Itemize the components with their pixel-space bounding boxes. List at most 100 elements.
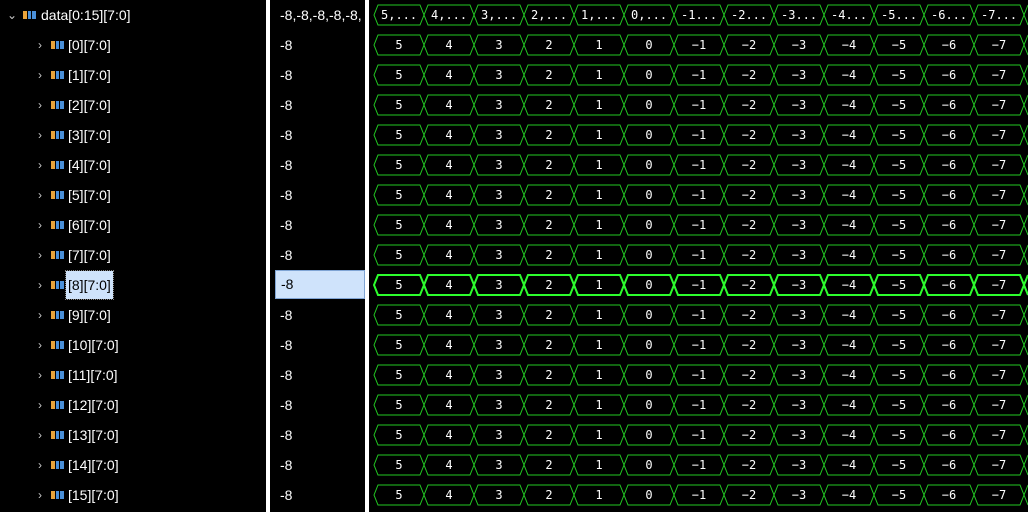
waveform-value-label: −4 — [842, 218, 856, 232]
tree-row[interactable]: › [2][7:0] — [0, 90, 266, 120]
waveform-value-label: −4 — [842, 338, 856, 352]
waveform-value-label: −3 — [792, 338, 806, 352]
chevron-right-icon[interactable]: › — [34, 210, 46, 240]
tree-item-label: [0][7:0] — [68, 37, 111, 53]
waveform-value-label: −2 — [742, 368, 756, 382]
waveform-value-label: 0 — [645, 38, 652, 52]
waveform-value-label: 0 — [645, 68, 652, 82]
waveform-tail — [1023, 154, 1028, 176]
waveform-value-label: 4 — [445, 38, 452, 52]
bus-icon — [51, 131, 64, 139]
tree-item-label: [5][7:0] — [68, 187, 111, 203]
tree-item-label: [10][7:0] — [68, 337, 119, 353]
tree-row[interactable]: › [15][7:0] — [0, 480, 266, 510]
bus-icon — [51, 281, 64, 289]
signal-name-panel: ⌄ data[0:15][7:0] › [0][7:0] › [1][7:0] › [2]… — [0, 0, 266, 512]
tree-item-label: [2][7:0] — [68, 97, 111, 113]
waveform-value-label: −7 — [992, 248, 1006, 262]
waveform-panel[interactable]: 5,... 4,... 3,... 2,... 1,... 0,... -1... -2...… — [369, 0, 1028, 512]
tree-row[interactable]: › [4][7:0] — [0, 150, 266, 180]
chevron-right-icon[interactable]: › — [34, 30, 46, 60]
waveform-value-label: 4 — [445, 398, 452, 412]
chevron-right-icon[interactable]: › — [34, 330, 46, 360]
waveform-value-label: 4,... — [431, 8, 467, 22]
value-cell: -8 — [280, 427, 293, 443]
waveform-value-label: 2 — [545, 248, 552, 262]
waveform-canvas[interactable]: 5,... 4,... 3,... 2,... 1,... 0,... -1... -2...… — [369, 0, 1028, 512]
tree-row[interactable]: › [3][7:0] — [0, 120, 266, 150]
tree-row[interactable]: › [9][7:0] — [0, 300, 266, 330]
tree-row[interactable]: › [10][7:0] — [0, 330, 266, 360]
bus-icon — [51, 431, 64, 439]
tree-row[interactable]: › [0][7:0] — [0, 30, 266, 60]
chevron-right-icon[interactable]: › — [34, 360, 46, 390]
tree-row[interactable]: › [1][7:0] — [0, 60, 266, 90]
chevron-right-icon[interactable]: › — [34, 480, 46, 510]
waveform-value-label: −2 — [742, 398, 756, 412]
waveform-value-label: −4 — [842, 458, 856, 472]
bus-icon — [51, 371, 64, 379]
waveform-value-label: 1 — [595, 218, 602, 232]
chevron-right-icon[interactable]: › — [34, 300, 46, 330]
chevron-right-icon[interactable]: › — [34, 60, 46, 90]
tree-item-label: [3][7:0] — [68, 127, 111, 143]
waveform-value-label: −2 — [742, 98, 756, 112]
value-cell: -8 — [275, 270, 365, 299]
waveform-value-label: 3 — [495, 368, 502, 382]
waveform-value-label: −1 — [692, 308, 706, 322]
chevron-right-icon[interactable]: › — [34, 390, 46, 420]
tree-row[interactable]: › [11][7:0] — [0, 360, 266, 390]
tree-row[interactable]: › [6][7:0] — [0, 210, 266, 240]
waveform-value-label: −2 — [742, 158, 756, 172]
tree-item-label: [8][7:0] — [65, 270, 114, 300]
waveform-value-label: −6 — [942, 398, 956, 412]
waveform-value-label: −7 — [992, 98, 1006, 112]
chevron-right-icon[interactable]: › — [34, 150, 46, 180]
waveform-value-label: 3 — [495, 128, 502, 142]
waveform-value-label: 4 — [445, 368, 452, 382]
tree-row[interactable]: › [13][7:0] — [0, 420, 266, 450]
waveform-value-label: 4 — [445, 278, 452, 292]
tree-row[interactable]: › [7][7:0] — [0, 240, 266, 270]
waveform-value-label: 4 — [445, 98, 452, 112]
waveform-value-label: −5 — [892, 398, 906, 412]
waveform-value-label: 4 — [445, 158, 452, 172]
waveform-value-label: 5 — [395, 368, 402, 382]
tree-row-root[interactable]: ⌄ data[0:15][7:0] — [0, 0, 266, 30]
waveform-tail — [1023, 454, 1028, 476]
tree-row[interactable]: › [5][7:0] — [0, 180, 266, 210]
waveform-value-label: 3 — [495, 158, 502, 172]
chevron-right-icon[interactable]: › — [34, 420, 46, 450]
chevron-right-icon[interactable]: › — [34, 90, 46, 120]
chevron-down-icon[interactable]: ⌄ — [6, 0, 18, 30]
waveform-value-label: 3 — [495, 428, 502, 442]
waveform-value-label: 1 — [595, 488, 602, 502]
tree-row[interactable]: › [12][7:0] — [0, 390, 266, 420]
chevron-right-icon[interactable]: › — [34, 240, 46, 270]
waveform-value-label: −2 — [742, 338, 756, 352]
waveform-value-label: −1 — [692, 98, 706, 112]
waveform-value-label: 3 — [495, 488, 502, 502]
waveform-value-label: 3,... — [481, 8, 517, 22]
chevron-right-icon[interactable]: › — [34, 120, 46, 150]
chevron-right-icon[interactable]: › — [34, 450, 46, 480]
waveform-tail — [1023, 34, 1028, 56]
waveform-value-label: −4 — [842, 128, 856, 142]
value-panel: -8,-8,-8,-8,-8, -8 -8 -8 -8 -8 -8 -8 -8 -8 -8 -8 -8… — [270, 0, 365, 512]
value-root: -8,-8,-8,-8,-8, — [280, 7, 362, 23]
waveform-value-label: 5 — [395, 218, 402, 232]
waveform-value-label: 5 — [395, 128, 402, 142]
tree-row[interactable]: › [8][7:0] — [0, 270, 266, 300]
waveform-value-label: 5 — [395, 458, 402, 472]
waveform-value-label: −3 — [792, 458, 806, 472]
tree-row[interactable]: › [14][7:0] — [0, 450, 266, 480]
chevron-right-icon[interactable]: › — [34, 270, 46, 300]
waveform-value-label: −6 — [942, 278, 956, 292]
waveform-value-label: 4 — [445, 488, 452, 502]
waveform-value-label: −1 — [692, 68, 706, 82]
bus-icon — [51, 461, 64, 469]
waveform-value-label: 2 — [545, 158, 552, 172]
chevron-right-icon[interactable]: › — [34, 180, 46, 210]
waveform-tail — [1023, 64, 1028, 86]
waveform-value-label: −7 — [992, 488, 1006, 502]
